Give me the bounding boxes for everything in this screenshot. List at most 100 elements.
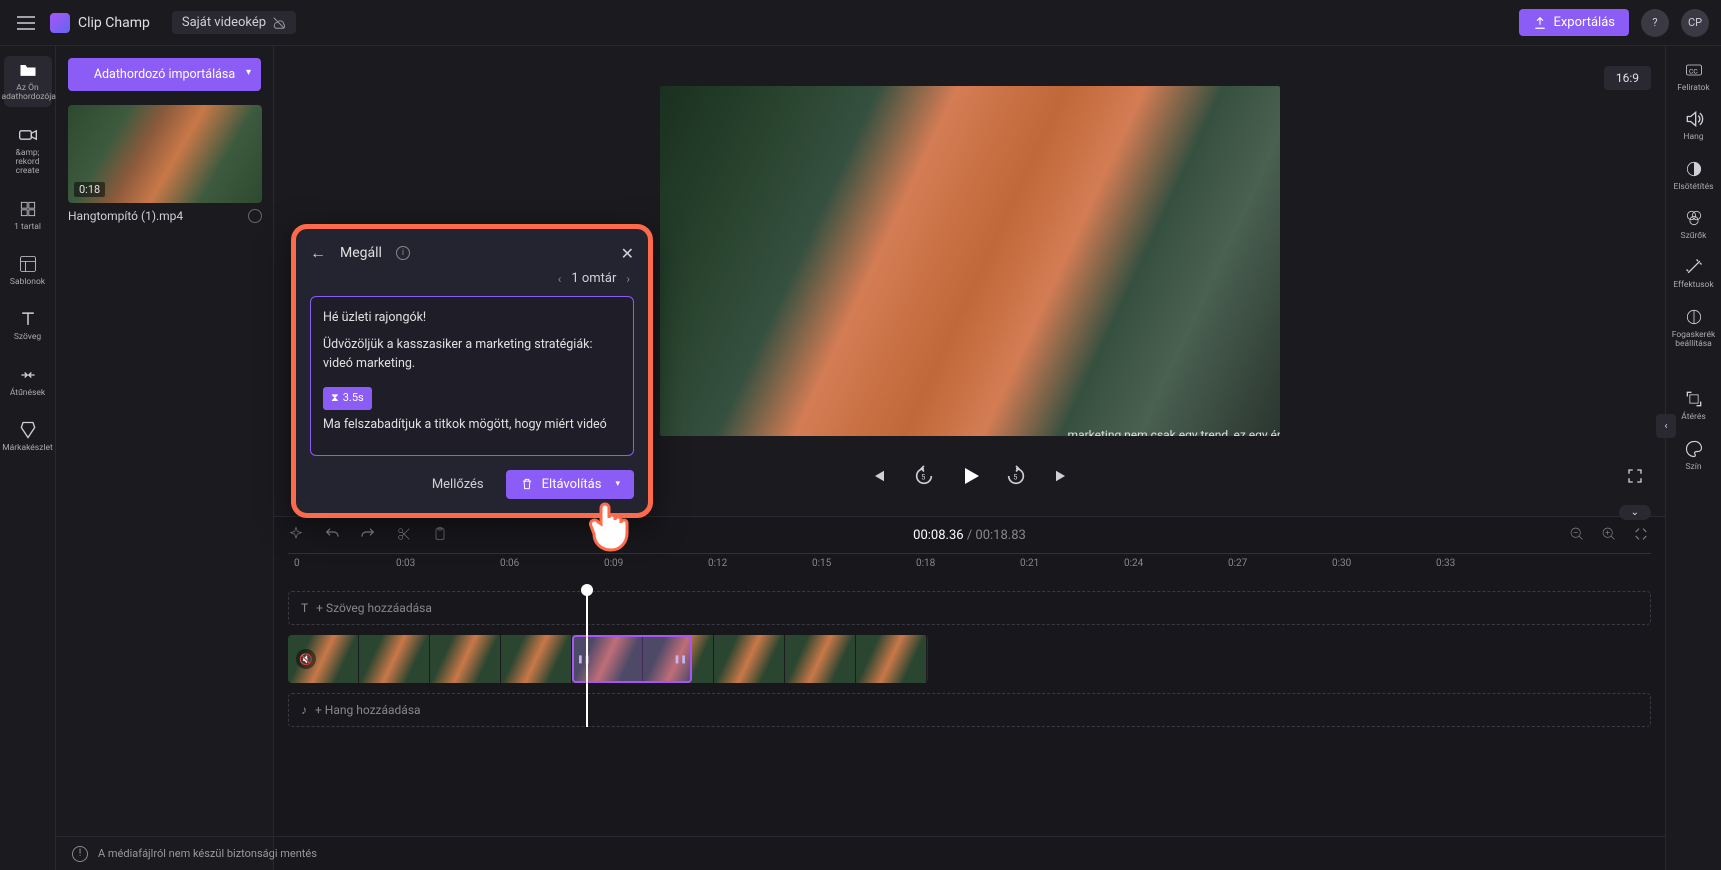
library-icon xyxy=(18,199,38,219)
rightrail-effects[interactable]: Effektusok xyxy=(1669,257,1719,290)
leftrail-content[interactable]: 1 tartal xyxy=(4,195,52,236)
rightrail-color[interactable]: Szín xyxy=(1669,439,1719,472)
clip-mute-icon[interactable]: 🔇 xyxy=(296,649,316,669)
undo-icon[interactable] xyxy=(324,526,342,544)
rightrail-fade-label: Elsötétítés xyxy=(1674,183,1714,192)
brandkit-icon xyxy=(18,420,38,440)
popup-line-1: Hé üzleti rajongók! xyxy=(323,309,621,328)
leftrail-media[interactable]: Az Ön adathordozója xyxy=(4,56,52,107)
rightrail-filters[interactable]: Szűrők xyxy=(1669,208,1719,241)
leftrail-templates-label: Sablonok xyxy=(10,278,45,287)
ruler-tick: 0:06 xyxy=(500,558,519,569)
export-button[interactable]: Exportálás xyxy=(1519,9,1629,36)
cursor-hand-icon xyxy=(583,496,635,552)
audio-track[interactable]: + Hang hozzáadása xyxy=(288,693,1651,727)
popup-close-icon[interactable]: ✕ xyxy=(621,244,634,263)
menu-icon[interactable] xyxy=(12,9,40,37)
media-clip[interactable]: 0:18 Hangtompító (1).mp4 xyxy=(68,105,262,223)
app-brand: Clip Champ xyxy=(50,13,150,33)
playhead[interactable] xyxy=(586,591,588,727)
pager-next-icon[interactable]: › xyxy=(626,272,630,286)
rightrail-audio[interactable]: Hang xyxy=(1669,109,1719,142)
media-duration: 0:18 xyxy=(74,182,105,197)
project-name[interactable]: Saját videokép xyxy=(172,11,296,34)
rightrail-speed-label: Fogaskerék beállítása xyxy=(1669,331,1719,350)
ruler-tick: 0:18 xyxy=(916,558,935,569)
video-track[interactable]: 🔇 xyxy=(288,635,928,683)
info-icon[interactable]: i xyxy=(396,246,410,260)
rightrail-color-label: Szín xyxy=(1685,463,1701,472)
play-icon[interactable] xyxy=(958,464,982,488)
camera-icon xyxy=(18,125,38,145)
status-bar: ! A médiafájlról nem készül biztonsági m… xyxy=(56,836,1665,870)
leftrail-transitions[interactable]: Átűnések xyxy=(4,361,52,402)
timeline-collapse-icon[interactable]: ⌄ xyxy=(1619,505,1651,520)
leftrail-brandkit[interactable]: Márkakészlet xyxy=(4,416,52,457)
skip-end-icon[interactable] xyxy=(1050,464,1074,488)
ruler-tick: 0:33 xyxy=(1436,558,1455,569)
zoom-in-icon[interactable] xyxy=(1601,526,1619,544)
ruler-tick: 0:09 xyxy=(604,558,623,569)
gap-chip[interactable]: ⧗ 3.5s xyxy=(323,387,372,410)
leftrail-content-label: 1 tartal xyxy=(14,223,41,232)
templates-icon xyxy=(18,254,38,274)
skip-start-icon[interactable] xyxy=(866,464,890,488)
remove-label: Eltávolítás xyxy=(542,477,602,492)
timeline-ruler[interactable]: 0 0:03 0:06 0:09 0:12 0:15 0:18 0:21 0:2… xyxy=(288,553,1651,577)
leftrail-templates[interactable]: Sablonok xyxy=(4,250,52,291)
rightrail-speed[interactable]: Fogaskerék beállítása xyxy=(1669,307,1719,350)
zoom-fit-icon[interactable] xyxy=(1633,526,1651,544)
leftrail-brandkit-label: Márkakészlet xyxy=(2,444,53,453)
pager-prev-icon[interactable]: ‹ xyxy=(558,272,562,286)
svg-text:5: 5 xyxy=(1013,473,1017,482)
popup-line-3: Ma felszabadítjuk a titkok mögött, hogy … xyxy=(323,416,621,435)
rewind-icon[interactable]: 5 xyxy=(912,464,936,488)
popup-body: Hé üzleti rajongók! Üdvözöljük a kasszas… xyxy=(310,296,634,456)
audio-track-label: + Hang hozzáadása xyxy=(315,703,421,717)
preview-subtitle: ... marketing nem csak egy trend, ez egy… xyxy=(1055,428,1279,436)
aspect-ratio-label: 16:9 xyxy=(1616,71,1639,85)
import-media-button[interactable]: Adathordozó importálása xyxy=(68,58,261,91)
leftrail-record[interactable]: &amp; rekord create xyxy=(4,121,52,181)
import-media-label: Adathordozó importálása xyxy=(94,67,235,82)
svg-text:5: 5 xyxy=(921,473,925,482)
aspect-ratio-button[interactable]: 16:9 xyxy=(1604,66,1651,90)
popup-line-2: Üdvözöljük a kasszasiker a marketing str… xyxy=(323,336,621,374)
magic-tool-icon[interactable] xyxy=(288,526,306,544)
app-logo-icon xyxy=(50,13,70,33)
app-name-label: Clip Champ xyxy=(78,15,150,31)
rightrail-filters-label: Szűrők xyxy=(1681,232,1707,241)
popup-back-icon[interactable]: ← xyxy=(310,243,326,263)
help-icon[interactable]: ? xyxy=(1641,9,1669,37)
zoom-out-icon[interactable] xyxy=(1569,526,1587,544)
ruler-tick: 0:21 xyxy=(1020,558,1039,569)
upload-icon xyxy=(1533,16,1547,30)
trash-icon xyxy=(520,477,534,491)
remove-button[interactable]: Eltávolítás xyxy=(506,470,634,499)
redo-icon[interactable] xyxy=(360,526,378,544)
rightrail-crop[interactable]: Átérés xyxy=(1669,389,1719,422)
leftrail-record-label: &amp; rekord create xyxy=(4,149,52,177)
media-panel: Adathordozó importálása 0:18 Hangtompító… xyxy=(56,46,274,870)
selected-clip-region[interactable] xyxy=(572,635,692,683)
rightrail-expand-icon[interactable]: ‹ xyxy=(1656,414,1676,438)
timecode-current: 00:08.36 xyxy=(913,528,963,543)
ignore-label: Mellőzés xyxy=(432,477,484,492)
split-icon[interactable] xyxy=(396,526,414,544)
filters-icon xyxy=(1684,208,1704,228)
rightrail-fade[interactable]: Elsötétítés xyxy=(1669,159,1719,192)
forward-icon[interactable]: 5 xyxy=(1004,464,1028,488)
ignore-button[interactable]: Mellőzés xyxy=(420,470,496,499)
silence-popup: ← Megáll i ✕ ‹ 1 omtár › Hé üzleti rajon… xyxy=(291,224,653,518)
rightrail-captions-label: Feliratok xyxy=(1677,84,1709,93)
fullscreen-icon[interactable] xyxy=(1623,464,1647,488)
leftrail-text[interactable]: Szöveg xyxy=(4,305,52,346)
rightrail-captions[interactable]: CC Feliratok xyxy=(1669,60,1719,93)
paste-icon[interactable] xyxy=(432,526,450,544)
effects-icon xyxy=(1684,257,1704,277)
transitions-icon xyxy=(18,365,38,385)
hourglass-icon: ⧗ xyxy=(331,390,339,407)
preview-canvas[interactable]: ... marketing nem csak egy trend, ez egy… xyxy=(660,86,1280,436)
text-track[interactable]: + Szöveg hozzáadása xyxy=(288,591,1651,625)
avatar[interactable]: CP xyxy=(1681,9,1709,37)
